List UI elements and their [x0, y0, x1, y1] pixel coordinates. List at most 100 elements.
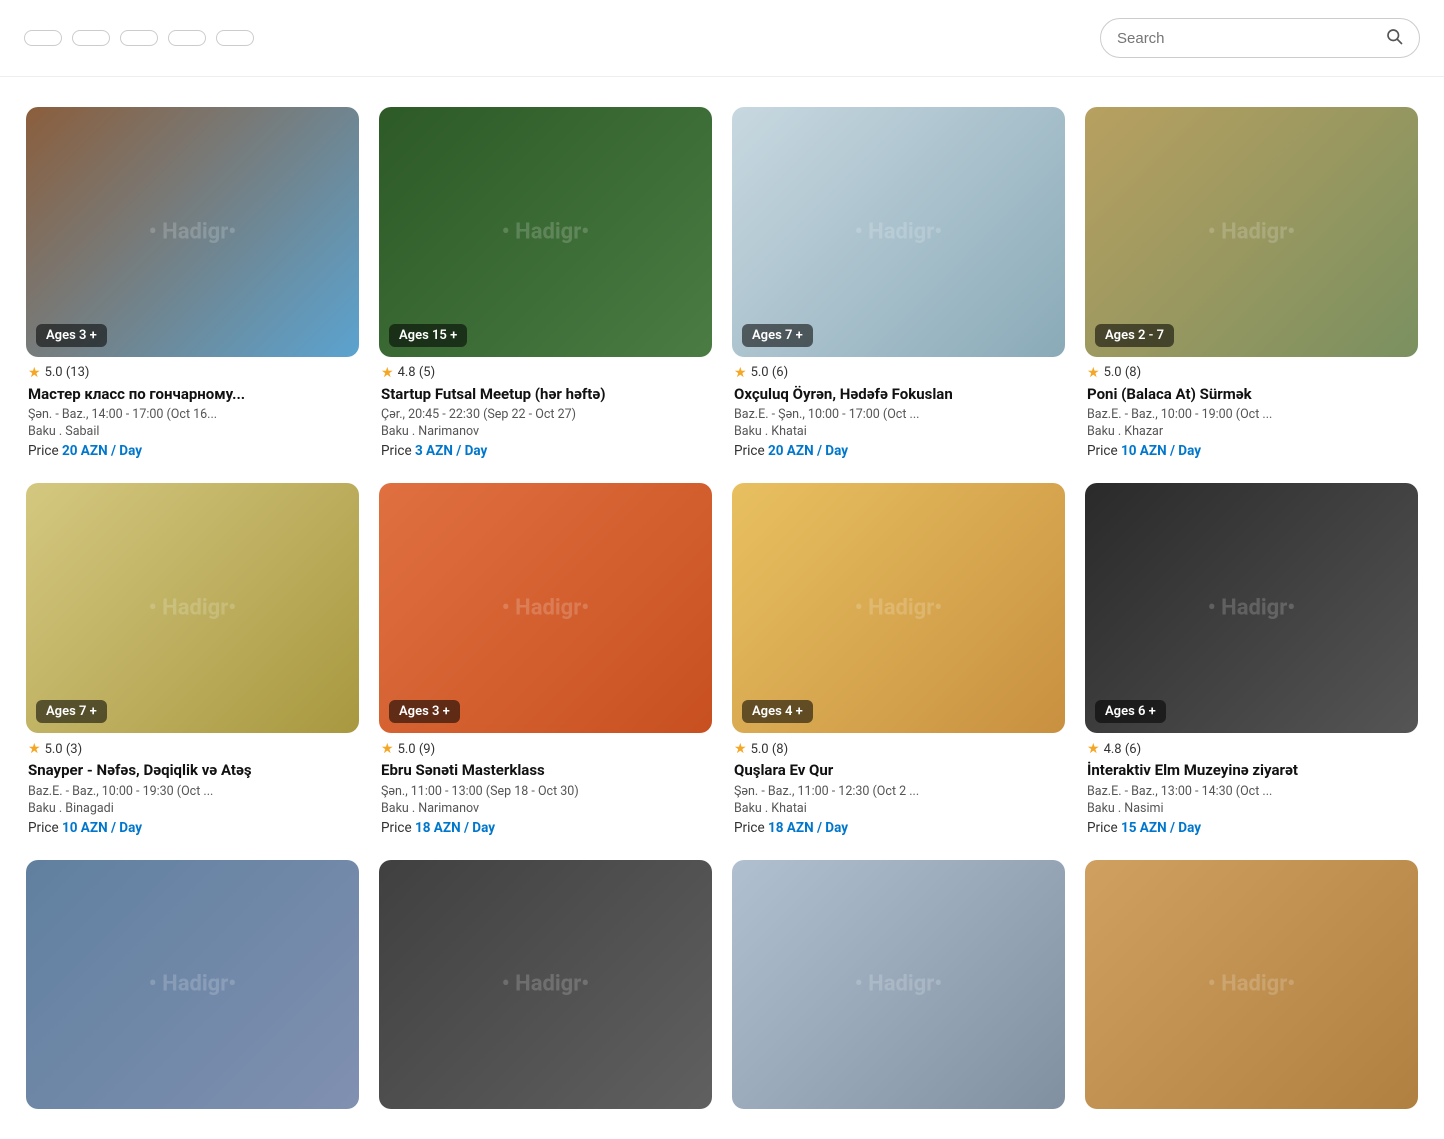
rating-row: ★5.0 (6) [734, 365, 1063, 381]
card-row3b[interactable]: • Hadigr• [369, 850, 722, 1120]
card-location: Baku . Khazar [1087, 424, 1416, 439]
card-row3d[interactable]: • Hadigr• [1075, 850, 1428, 1120]
rating-text: 5.0 (8) [751, 742, 789, 757]
card-info: ★ 5.0 (3) Snayper - Nəfəs, Dəqiqlik və Atə… [26, 733, 359, 840]
card-price: Price 15 AZN / Day [1087, 820, 1416, 836]
watermark: • Hadigr• [502, 219, 589, 244]
card-title: İnteraktiv Elm Muzeyinə ziyarət [1087, 761, 1416, 781]
filter-buttons [24, 30, 254, 46]
rating-row: ★5.0 (13) [28, 365, 357, 381]
price-value: 18 AZN / Day [768, 820, 848, 836]
card-info: ★5.0 (6)Oxçuluq Öyrən, Hədəfə FokuslanBa… [732, 357, 1065, 464]
card-sniper[interactable]: • Hadigr•Ages 7 +★5.0 (3)Snayper - Nəfəs… [16, 473, 369, 849]
rating-text: 5.0 (6) [751, 365, 789, 380]
age-badge: Ages 3 + [36, 324, 107, 347]
card-info: ★ 5.0 (8) Quşlara Ev Qur Şən. - Baz., 11:00… [732, 733, 1065, 840]
price-label: Price [381, 820, 415, 836]
star-icon: ★ [734, 741, 747, 757]
price-label: Price [734, 820, 768, 836]
price-label: Price [28, 820, 62, 836]
card-schedule: Şən. - Baz., 11:00 - 12:30 (Oct 2 ... [734, 784, 1063, 799]
search-input[interactable] [1117, 30, 1377, 47]
filter-category-button[interactable] [216, 30, 254, 46]
rating-text: 5.0 (3) [45, 742, 83, 757]
card-price: Price 18 AZN / Day [381, 820, 710, 836]
card-info: ★5.0 (8) Poni (Balaca At) Sürmək Baz.E. - … [1085, 357, 1418, 464]
price-value: 10 AZN / Day [1121, 443, 1201, 459]
card-pony[interactable]: • Hadigr• Ages 2 - 7 ★5.0 (8) Poni (Balaca … [1075, 97, 1428, 473]
card-title: Startup Futsal Meetup (hər həftə) [381, 385, 710, 405]
watermark: • Hadigr• [1208, 972, 1295, 997]
card-row3a[interactable]: • Hadigr• [16, 850, 369, 1120]
watermark: • Hadigr• [502, 596, 589, 621]
card-image-wrap: • Hadigr• [1085, 860, 1418, 1110]
card-schedule: Baz.E. - Baz., 13:00 - 14:30 (Oct ... [1087, 784, 1416, 799]
filter-date-button[interactable] [24, 30, 62, 46]
rating-row: ★ 4.8 (6) [1087, 741, 1416, 757]
star-icon: ★ [28, 741, 41, 757]
rating-row: ★ 5.0 (8) [734, 741, 1063, 757]
price-value: 20 AZN / Day [62, 443, 142, 459]
card-location: Baku . Sabail [28, 424, 357, 439]
price-label: Price [1087, 443, 1121, 459]
card-title: Oxçuluq Öyrən, Hədəfə Fokuslan [734, 385, 1063, 405]
card-schedule: Şən., 11:00 - 13:00 (Sep 18 - Oct 30) [381, 784, 710, 799]
star-icon: ★ [1087, 365, 1100, 381]
card-image-wrap: • Hadigr• Ages 7 + [732, 107, 1065, 357]
card-schedule: Baz.E. - Baz., 10:00 - 19:00 (Oct ... [1087, 407, 1416, 422]
age-badge: Ages 7 + [742, 324, 813, 347]
card-title: Ebru Sənəti Masterklass [381, 761, 710, 781]
card-birds[interactable]: • Hadigr•Ages 4 +★5.0 (8)Quşlara Ev QurŞ… [722, 473, 1075, 849]
filter-age-button[interactable] [120, 30, 158, 46]
card-info: ★5.0 (9) Ebru Sənəti Masterklass Şən., 11:… [379, 733, 712, 840]
watermark: • Hadigr• [1208, 596, 1295, 621]
star-icon: ★ [381, 365, 394, 381]
card-price: Price 18 AZN / Day [734, 820, 1063, 836]
price-label: Price [1087, 820, 1121, 836]
card-title: Snayper - Nəfəs, Dəqiqlik və Atəş [28, 761, 357, 781]
rating-text: 4.8 (6) [1104, 742, 1142, 757]
watermark: • Hadigr• [1208, 219, 1295, 244]
rating-row: ★5.0 (9) [381, 741, 710, 757]
star-icon: ★ [28, 365, 41, 381]
card-schedule: Baz.E. - Baz., 10:00 - 19:30 (Oct ... [28, 784, 357, 799]
price-label: Price [381, 443, 415, 459]
search-wrapper [1100, 18, 1420, 58]
card-price: Price 10 AZN / Day [1087, 443, 1416, 459]
card-location: Baku . Narimanov [381, 424, 710, 439]
watermark: • Hadigr• [502, 972, 589, 997]
age-badge: Ages 2 - 7 [1095, 324, 1174, 347]
card-price: Price 3 AZN / Day [381, 443, 710, 459]
age-badge: Ages 6 + [1095, 700, 1166, 723]
price-value: 3 AZN / Day [415, 443, 487, 459]
card-pottery[interactable]: • Hadigr•Ages 3 +★5.0 (13)Мастер класс п… [16, 97, 369, 473]
card-image-wrap: • Hadigr•Ages 15 + [379, 107, 712, 357]
top-bar [0, 0, 1444, 77]
card-ebru[interactable]: • Hadigr• Ages 3 + ★5.0 (9) Ebru Sənəti Mas… [369, 473, 722, 849]
filter-location-button[interactable] [72, 30, 110, 46]
card-title: Poni (Balaca At) Sürmək [1087, 385, 1416, 405]
card-archery[interactable]: • Hadigr• Ages 7 + ★5.0 (6) Oxçuluq Öyrən, … [722, 97, 1075, 473]
card-location: Baku . Khatai [734, 801, 1063, 816]
card-location: Baku . Binagadi [28, 801, 357, 816]
age-badge: Ages 7 + [36, 700, 107, 723]
card-image-wrap: • Hadigr• Ages 6 + [1085, 483, 1418, 733]
card-info: ★4.8 (5)Startup Futsal Meetup (hər həftə… [379, 357, 712, 464]
rating-text: 5.0 (9) [398, 742, 436, 757]
card-location: Baku . Nasimi [1087, 801, 1416, 816]
star-icon: ★ [1087, 741, 1100, 757]
age-badge: Ages 3 + [389, 700, 460, 723]
card-museum[interactable]: • Hadigr• Ages 6 + ★ 4.8 (6) İnteraktiv Elm … [1075, 473, 1428, 849]
rating-row: ★5.0 (8) [1087, 365, 1416, 381]
price-label: Price [28, 443, 62, 459]
card-title: Quşlara Ev Qur [734, 761, 1063, 781]
watermark: • Hadigr• [149, 972, 236, 997]
watermark: • Hadigr• [855, 219, 942, 244]
watermark: • Hadigr• [149, 219, 236, 244]
card-futsal[interactable]: • Hadigr•Ages 15 +★4.8 (5)Startup Futsal… [369, 97, 722, 473]
card-image-wrap: • Hadigr• Ages 2 - 7 [1085, 107, 1418, 357]
filter-time-button[interactable] [168, 30, 206, 46]
watermark: • Hadigr• [855, 596, 942, 621]
card-image-wrap: • Hadigr• Ages 3 + [26, 107, 359, 357]
card-row3c[interactable]: • Hadigr• [722, 850, 1075, 1120]
